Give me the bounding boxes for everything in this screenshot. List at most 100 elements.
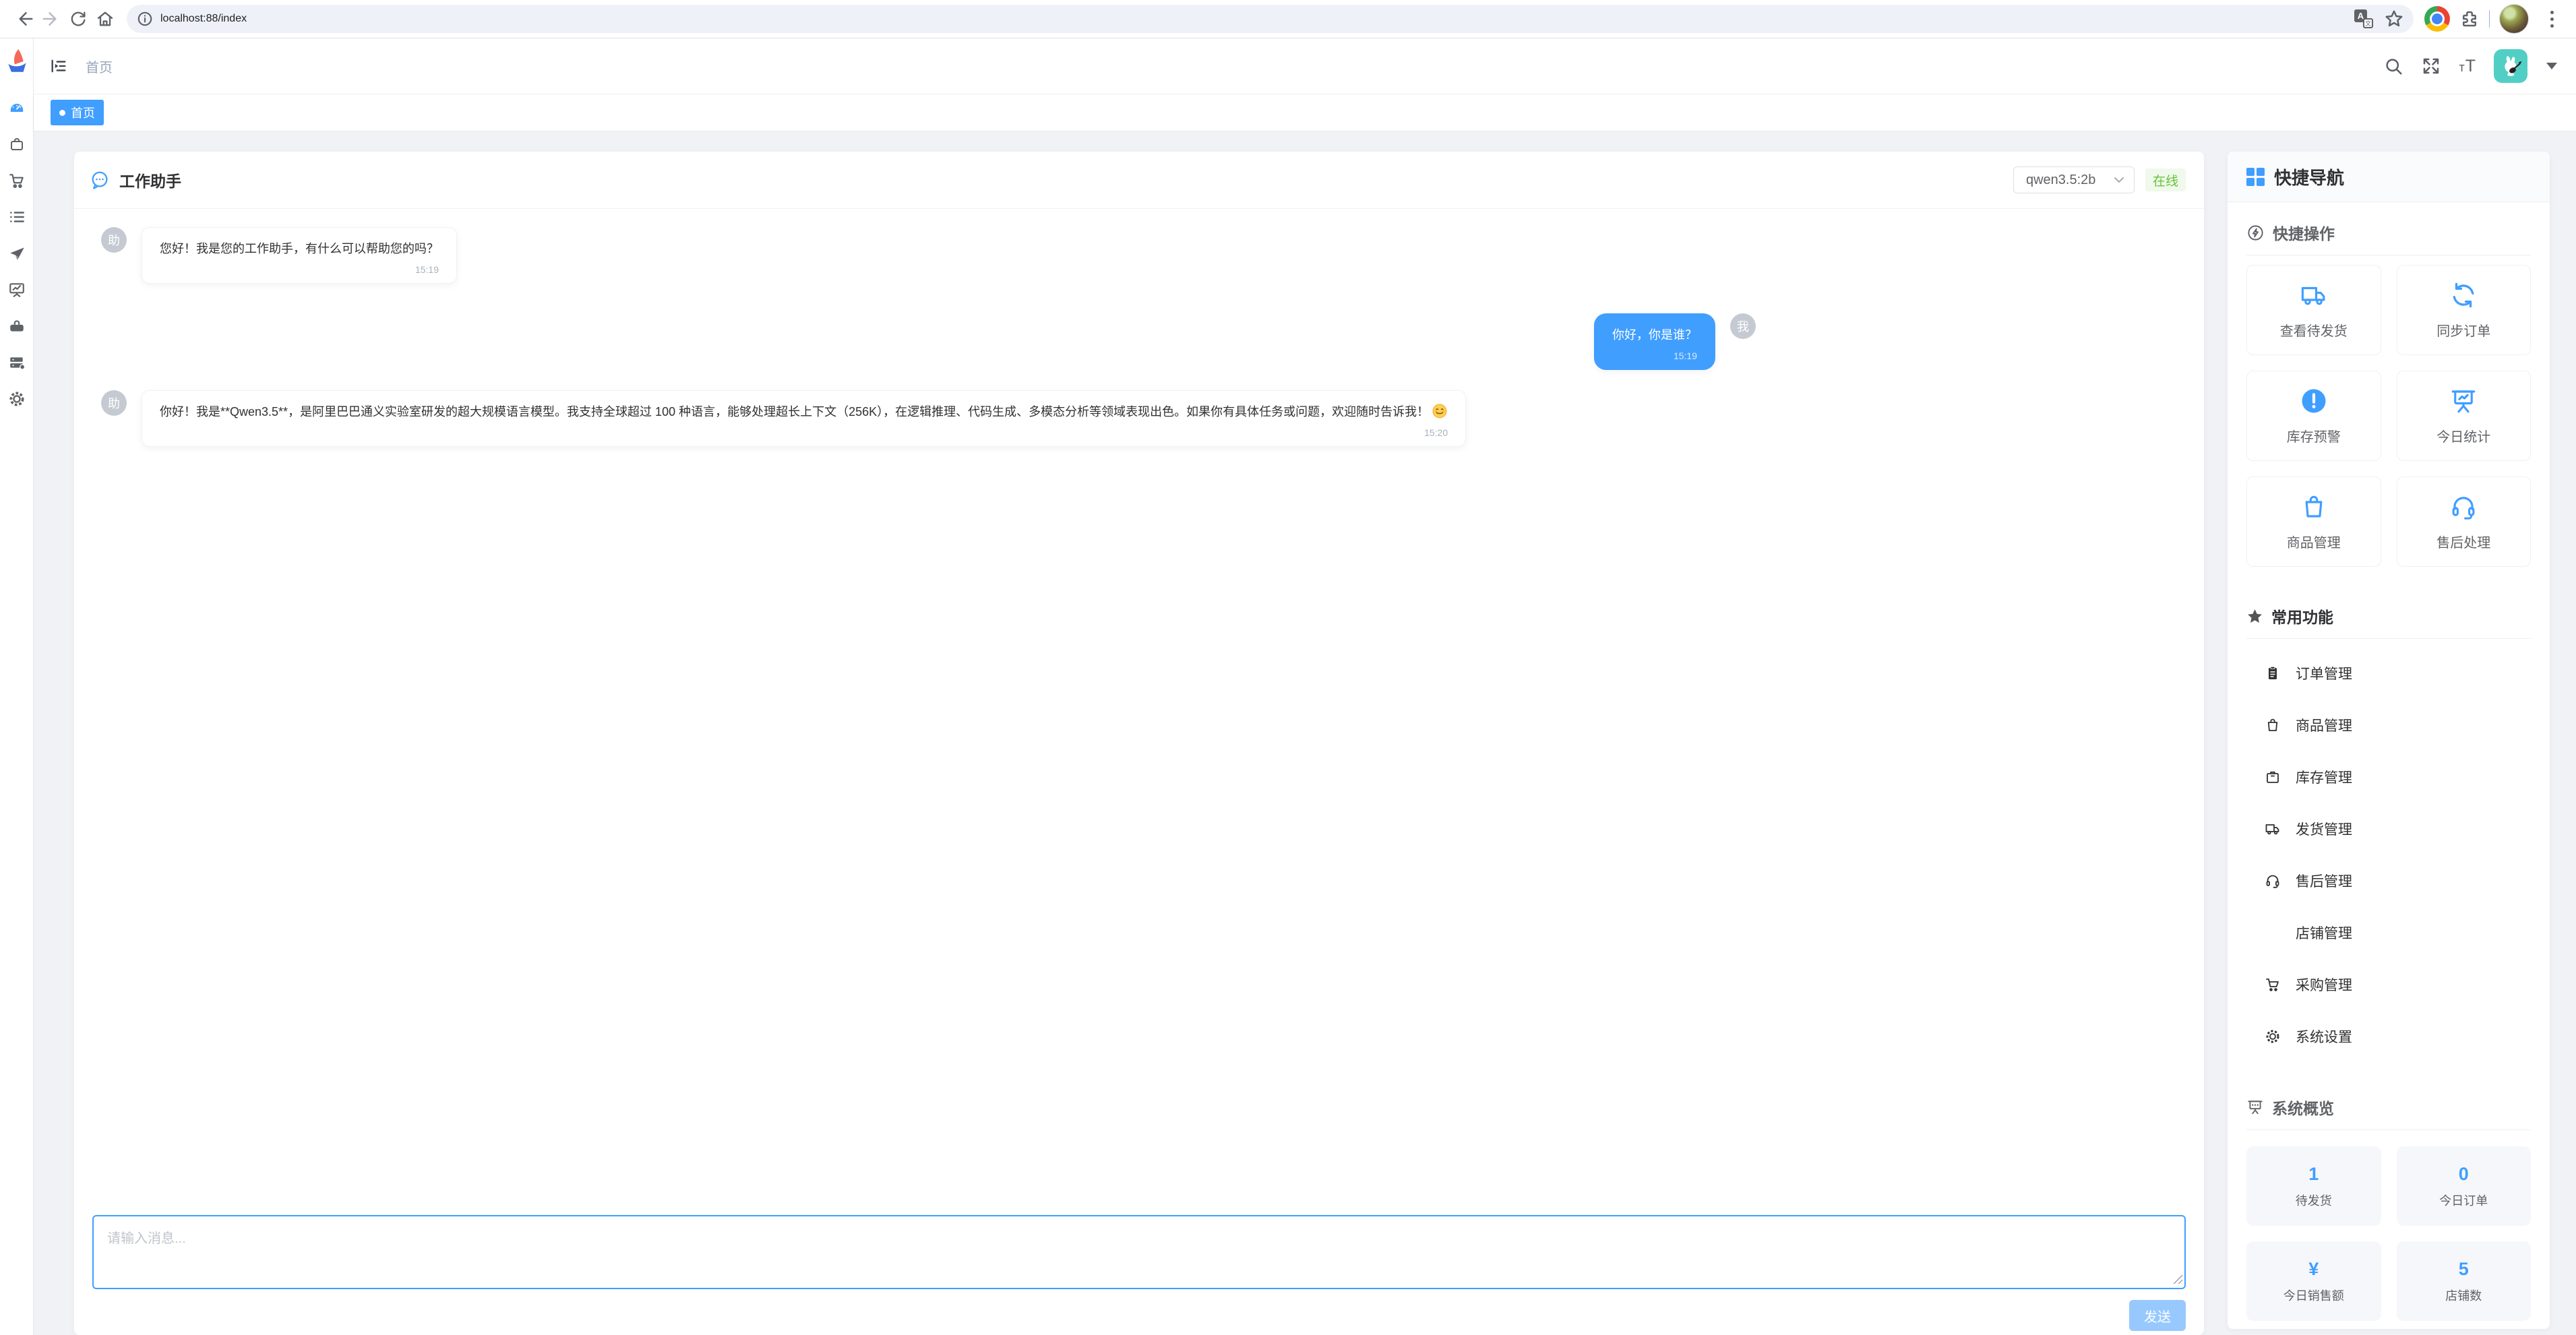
app-logo [5, 48, 29, 79]
bag-icon[interactable] [5, 133, 28, 156]
app-header: 首页 тT [34, 38, 2576, 94]
chat-header: 工作助手 qwen3.5:2b 在线 [74, 152, 2204, 209]
profile-avatar[interactable] [2499, 4, 2529, 34]
reload-icon[interactable] [65, 5, 92, 32]
menu-item-products[interactable]: 商品管理 [2265, 699, 2531, 751]
message-assistant: 助 您好！我是您的工作助手，有什么可以帮助您的吗？ 15:19 [101, 227, 1756, 284]
message-bubble: 你好！我是**Qwen3.5**，是阿里巴巴通义实验室研发的超大规模语言模型。我… [142, 390, 1466, 447]
send-button[interactable]: 发送 [2129, 1300, 2186, 1331]
main-content: 工作助手 qwen3.5:2b 在线 助 [34, 131, 2576, 1335]
sync-icon [2449, 281, 2478, 309]
menu-item-purchasing[interactable]: 采购管理 [2265, 958, 2531, 1010]
chat-assistant-panel: 工作助手 qwen3.5:2b 在线 助 [74, 152, 2204, 1335]
gauge-icon[interactable] [5, 96, 28, 119]
quick-action-product-mgmt[interactable]: 商品管理 [2246, 476, 2381, 567]
cart-icon[interactable] [5, 169, 28, 192]
section-label: 常用功能 [2271, 604, 2333, 627]
address-bar[interactable]: localhost:88/index A文 [127, 5, 2414, 33]
alert-circle-icon [2300, 387, 2328, 415]
menu-item-inventory[interactable]: 库存管理 [2265, 751, 2531, 803]
stat-label: 今日订单 [2439, 1191, 2488, 1209]
menu-item-label: 商品管理 [2296, 715, 2352, 735]
server-icon[interactable] [5, 351, 28, 374]
home-icon[interactable] [92, 5, 119, 32]
chat-input-area: 发送 [74, 1215, 2204, 1335]
menu-item-orders[interactable]: 订单管理 [2265, 647, 2531, 699]
section-system-overview: 系统概览 [2246, 1096, 2531, 1130]
chat-title: 工作助手 [119, 168, 181, 191]
menu-item-label: 售后管理 [2296, 871, 2352, 891]
quick-action-label: 商品管理 [2287, 532, 2341, 551]
search-icon[interactable] [2383, 56, 2403, 76]
message-bubble: 你好，你是谁？ 15:19 [1594, 313, 1715, 370]
quick-nav-header: 快捷导航 [2228, 152, 2550, 202]
stat-today-orders[interactable]: 0 今日订单 [2397, 1146, 2532, 1226]
grid-icon [2246, 168, 2265, 186]
menu-item-stores[interactable]: 店铺管理 [2265, 906, 2531, 958]
quick-action-sync-orders[interactable]: 同步订单 [2397, 265, 2532, 355]
quick-action-stock-alert[interactable]: 库存预警 [2246, 371, 2381, 461]
stat-today-sales[interactable]: ¥ 今日销售额 [2246, 1241, 2381, 1321]
status-badge: 在线 [2145, 168, 2186, 191]
message-text: 你好！我是**Qwen3.5**，是阿里巴巴通义实验室研发的超大规模语言模型。我… [160, 405, 1429, 418]
menu-item-label: 订单管理 [2296, 663, 2352, 683]
quick-action-label: 查看待发货 [2280, 320, 2348, 340]
quick-nav-body[interactable]: 快捷操作 查看待发货 同步订单 库存预警 [2228, 202, 2550, 1329]
quick-action-grid: 查看待发货 同步订单 库存预警 今日统计 [2246, 265, 2531, 567]
url-text[interactable]: localhost:88/index [160, 13, 2354, 25]
clipboard-icon [2265, 665, 2281, 681]
forward-icon[interactable] [38, 5, 65, 32]
tag-home[interactable]: 首页 [51, 100, 104, 125]
quick-action-label: 库存预警 [2287, 426, 2341, 445]
chat-bubble-icon [90, 170, 110, 190]
font-size-icon[interactable]: тT [2459, 57, 2476, 76]
menu-item-aftersale[interactable]: 售后管理 [2265, 855, 2531, 906]
section-label: 快捷操作 [2273, 221, 2335, 244]
chevron-down-icon [2114, 177, 2124, 183]
translate-icon[interactable]: A文 [2354, 9, 2373, 28]
gear-icon[interactable] [5, 387, 28, 410]
message-list[interactable]: 助 您好！我是您的工作助手，有什么可以帮助您的吗？ 15:19 你好，你是谁？ … [74, 209, 2204, 1215]
paper-plane-icon[interactable] [5, 242, 28, 265]
quick-action-pending-ship[interactable]: 查看待发货 [2246, 265, 2381, 355]
chevron-down-icon[interactable] [2546, 63, 2557, 69]
chrome-logo-icon [2424, 6, 2450, 32]
breadcrumb[interactable]: 首页 [86, 57, 113, 76]
message-bubble: 您好！我是您的工作助手，有什么可以帮助您的吗？ 15:19 [142, 227, 457, 284]
fullscreen-icon[interactable] [2421, 56, 2441, 76]
star-icon [2246, 608, 2263, 625]
message-time: 15:19 [160, 264, 439, 275]
list-icon[interactable] [5, 206, 28, 228]
quick-action-aftersale[interactable]: 售后处理 [2397, 476, 2532, 567]
extensions-icon[interactable] [2459, 9, 2480, 29]
quick-action-today-stats[interactable]: 今日统计 [2397, 371, 2532, 461]
bookmark-star-icon[interactable] [2384, 9, 2404, 29]
stats-grid: 1 待发货 0 今日订单 ¥ 今日销售额 [2246, 1146, 2531, 1321]
cart-icon [2265, 976, 2281, 993]
model-select[interactable]: qwen3.5:2b [2013, 166, 2135, 193]
back-icon[interactable] [11, 5, 38, 32]
tag-dot [59, 110, 65, 116]
monitor-chart-icon[interactable] [5, 278, 28, 301]
site-info-icon[interactable] [136, 10, 154, 28]
menu-item-shipping[interactable]: 发货管理 [2265, 803, 2531, 855]
menu-item-label: 发货管理 [2296, 819, 2352, 839]
message-input[interactable] [92, 1215, 2186, 1289]
quick-action-label: 今日统计 [2436, 426, 2490, 445]
quick-nav-panel: 快捷导航 快捷操作 查看待发货 [2228, 152, 2550, 1329]
user-avatar[interactable] [2494, 49, 2527, 83]
tags-view: 首页 [34, 94, 2576, 131]
stat-store-count[interactable]: 5 店铺数 [2397, 1241, 2532, 1321]
quick-action-label: 售后处理 [2436, 532, 2490, 551]
message-text: 你好，你是谁？ [1612, 328, 1697, 342]
briefcase-icon[interactable] [5, 315, 28, 338]
message-time: 15:19 [1612, 350, 1697, 361]
quick-action-label: 同步订单 [2436, 320, 2490, 340]
stat-pending-ship[interactable]: 1 待发货 [2246, 1146, 2381, 1226]
menu-item-settings[interactable]: 系统设置 [2265, 1010, 2531, 1062]
collapse-menu-icon[interactable] [49, 57, 68, 75]
model-select-value: qwen3.5:2b [2026, 173, 2095, 188]
section-common-functions: 常用功能 [2246, 604, 2531, 639]
menu-dots-icon[interactable] [2538, 5, 2565, 32]
tag-label: 首页 [71, 104, 95, 121]
